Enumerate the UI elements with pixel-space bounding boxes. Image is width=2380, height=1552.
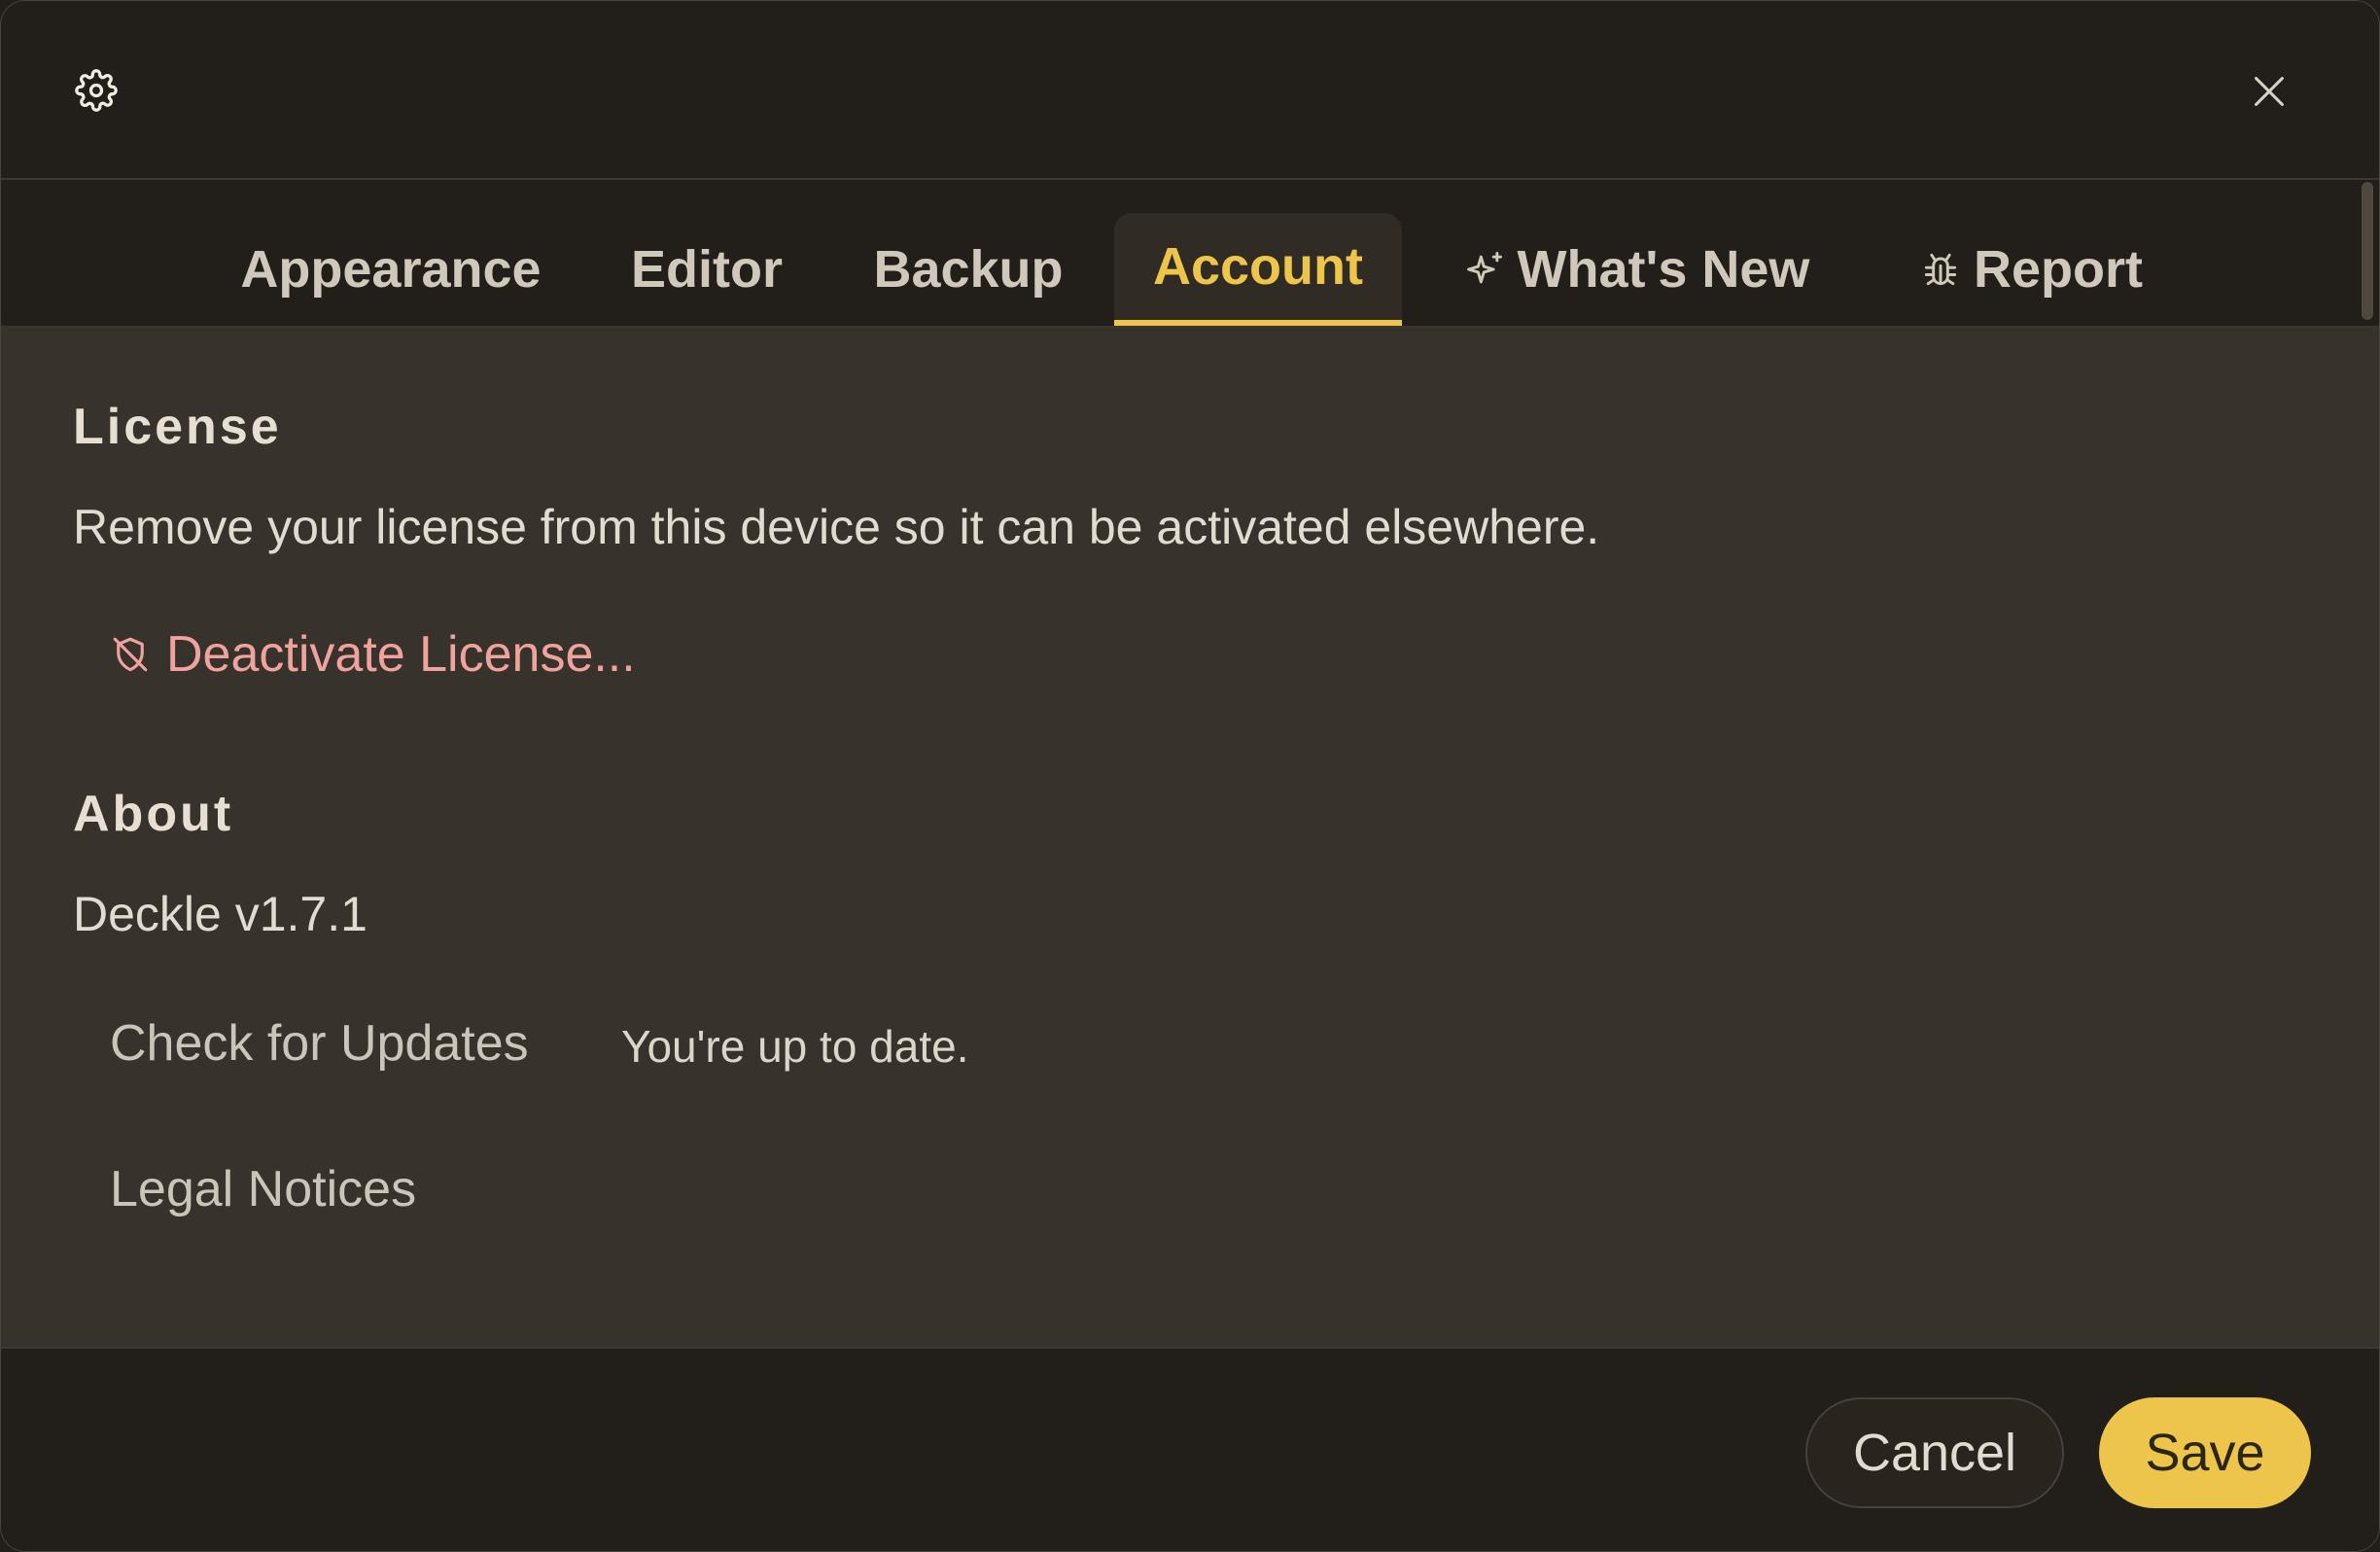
tab-label: Report — [1974, 240, 2143, 299]
dialog-header — [1, 1, 2379, 180]
legal-notices-button[interactable]: Legal Notices — [110, 1160, 416, 1218]
dialog-footer: Cancel Save — [1, 1347, 2379, 1551]
tab-appearance[interactable]: Appearance — [221, 213, 561, 326]
license-description: Remove your license from this device so … — [73, 500, 1600, 554]
close-icon[interactable] — [2247, 69, 2292, 114]
tab-editor[interactable]: Editor — [608, 213, 806, 326]
tab-label: Account — [1153, 237, 1363, 296]
bug-icon — [1924, 253, 1957, 286]
tab-label: Editor — [631, 240, 783, 299]
app-version: Deckle v1.7.1 — [73, 887, 368, 941]
deactivate-license-button[interactable]: Deactivate License... — [110, 625, 636, 684]
scrollbar-thumb[interactable] — [2362, 182, 2373, 320]
sparkles-icon — [1466, 252, 1502, 284]
account-panel: License Remove your license from this de… — [1, 328, 2379, 1347]
tab-label: Backup — [873, 240, 1064, 299]
tab-report[interactable]: Report — [1891, 213, 2171, 326]
about-title: About — [73, 786, 234, 842]
settings-dialog: Appearance Editor Backup Account What's … — [0, 0, 2380, 1552]
tab-account[interactable]: Account — [1114, 213, 1402, 326]
cancel-button[interactable]: Cancel — [1805, 1397, 2064, 1508]
tab-label: Appearance — [240, 240, 542, 299]
tab-whats-new[interactable]: What's New — [1450, 213, 1823, 326]
tab-bar: Appearance Editor Backup Account What's … — [1, 180, 2379, 328]
gear-icon — [75, 69, 118, 112]
tab-label: What's New — [1517, 240, 1810, 299]
deactivate-license-label: Deactivate License... — [166, 626, 636, 683]
check-updates-button[interactable]: Check for Updates — [110, 1014, 529, 1073]
shield-off-icon — [113, 637, 148, 672]
tab-backup[interactable]: Backup — [853, 213, 1084, 326]
license-title: License — [73, 399, 282, 455]
save-button[interactable]: Save — [2099, 1397, 2311, 1508]
update-status: You're up to date. — [621, 1021, 969, 1072]
